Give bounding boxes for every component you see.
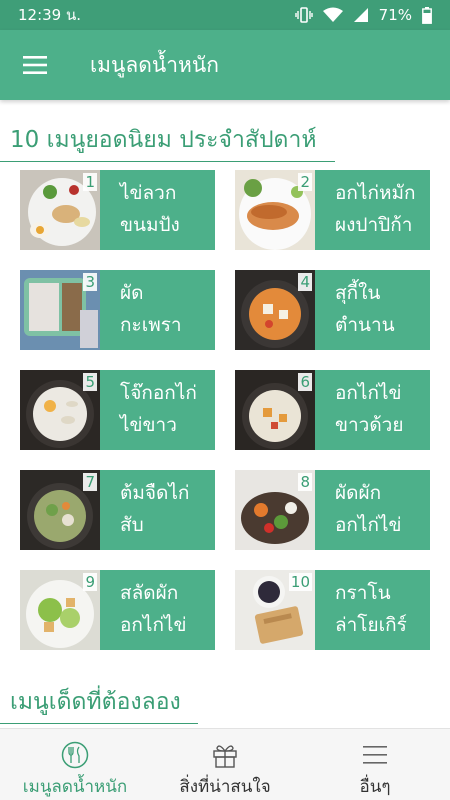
bottom-navigation: เมนูลดน้ำหนัก สิ่งที่น่าสนใจ อื่นๆ <box>0 728 450 800</box>
menu-label: ผัดผัก อกไก่ไข่ <box>315 470 430 550</box>
menu-name-line2: อกไก่ไข่ <box>335 514 402 536</box>
wifi-icon <box>322 7 343 23</box>
menu-card-8[interactable]: 8 ผัดผัก อกไก่ไข่ <box>235 470 430 550</box>
menu-name-line1: สุกี้ใน <box>335 282 381 304</box>
menu-thumbnail: 5 <box>20 370 100 450</box>
menu-name-line2: ขาวด้วย <box>335 414 404 436</box>
menu-label: โจ๊กอกไก่ ไข่ขาว <box>100 370 215 450</box>
menu-label: อกไก่หมัก ผงปาปิก้า <box>315 170 430 250</box>
menu-card-9[interactable]: 9 สลัดผัก อกไก่ไข่ <box>20 570 215 650</box>
menu-label: กราโน ล่าโยเกิร์ <box>315 570 430 650</box>
menu-card-5[interactable]: 5 โจ๊กอกไก่ ไข่ขาว <box>20 370 215 450</box>
menu-name-line1: กราโน <box>335 582 391 604</box>
menu-label: อกไก่ไข่ ขาวด้วย <box>315 370 430 450</box>
menu-thumbnail: 6 <box>235 370 315 450</box>
menu-name-line1: สลัดผัก <box>120 582 179 604</box>
menu-thumbnail: 2 <box>235 170 315 250</box>
menu-card-6[interactable]: 6 อกไก่ไข่ ขาวด้วย <box>235 370 430 450</box>
menu-thumbnail: 4 <box>235 270 315 350</box>
menu-name-line1: อกไก่หมัก <box>335 182 416 204</box>
signal-icon <box>353 7 369 23</box>
menu-rank: 3 <box>83 273 97 291</box>
menu-rank: 6 <box>298 373 312 391</box>
menu-rank: 7 <box>83 473 97 491</box>
menu-label: ไข่ลวก ขนมปัง <box>100 170 215 250</box>
menu-thumbnail: 10 <box>235 570 315 650</box>
nav-tab-label: สิ่งที่น่าสนใจ <box>179 777 271 797</box>
nav-tab-diet-menu[interactable]: เมนูลดน้ำหนัก <box>0 729 150 800</box>
menu-name-line1: ต้มจืดไก่ <box>120 482 190 504</box>
menu-name-line2: อกไก่ไข่ <box>120 614 187 636</box>
menu-rank: 5 <box>83 373 97 391</box>
menu-thumbnail: 3 <box>20 270 100 350</box>
menu-card-4[interactable]: 4 สุกี้ใน ตำนาน <box>235 270 430 350</box>
hamburger-menu-button[interactable] <box>0 30 70 100</box>
menu-card-7[interactable]: 7 ต้มจืดไก่ สับ <box>20 470 215 550</box>
menu-name-line2: กะเพรา <box>120 314 182 336</box>
status-time: 12:39 น. <box>18 6 82 24</box>
menu-name-line1: ผัดผัก <box>335 482 382 504</box>
diet-menu-icon <box>61 741 89 769</box>
app-title: เมนูลดน้ำหนัก <box>90 52 219 77</box>
more-menu-icon <box>363 746 387 764</box>
menu-label: ผัด กะเพรา <box>100 270 215 350</box>
nav-tab-interesting[interactable]: สิ่งที่น่าสนใจ <box>150 729 300 800</box>
menu-rank: 2 <box>298 173 312 191</box>
section-title-popular: 10 เมนูยอดนิยม ประจำสัปดาห์ <box>0 122 335 162</box>
hamburger-icon <box>23 56 47 74</box>
menu-label: สุกี้ใน ตำนาน <box>315 270 430 350</box>
menu-rank: 4 <box>298 273 312 291</box>
menu-card-3[interactable]: 3 ผัด กะเพรา <box>20 270 215 350</box>
section-title-must-try: เมนูเด็ดที่ต้องลอง <box>0 684 198 724</box>
menu-rank: 9 <box>83 573 97 591</box>
menu-name-line1: โจ๊กอกไก่ <box>120 382 197 404</box>
menu-label: สลัดผัก อกไก่ไข่ <box>100 570 215 650</box>
menu-thumbnail: 1 <box>20 170 100 250</box>
menu-rank: 1 <box>83 173 97 191</box>
menu-card-1[interactable]: 1 ไข่ลวก ขนมปัง <box>20 170 215 250</box>
battery-percent: 71% <box>378 6 412 24</box>
status-bar: 12:39 น. 71% <box>0 0 450 30</box>
gift-icon <box>213 745 237 768</box>
menu-thumbnail: 8 <box>235 470 315 550</box>
menu-card-2[interactable]: 2 อกไก่หมัก ผงปาปิก้า <box>235 170 430 250</box>
app-bar: เมนูลดน้ำหนัก <box>0 30 450 100</box>
status-icons: 71% <box>294 6 432 24</box>
menu-name-line1: ผัด <box>120 282 144 304</box>
menu-rank: 10 <box>288 573 312 591</box>
menu-card-10[interactable]: 10 กราโน ล่าโยเกิร์ <box>235 570 430 650</box>
menu-name-line2: ผงปาปิก้า <box>335 214 413 236</box>
menu-rank: 8 <box>298 473 312 491</box>
menu-thumbnail: 9 <box>20 570 100 650</box>
menu-label: ต้มจืดไก่ สับ <box>100 470 215 550</box>
menu-name-line2: สับ <box>120 514 144 536</box>
menu-name-line1: ไข่ลวก <box>120 182 177 204</box>
menu-name-line2: ตำนาน <box>335 314 395 336</box>
nav-tab-label: อื่นๆ <box>359 777 391 797</box>
menu-name-line2: ไข่ขาว <box>120 414 177 436</box>
vibrate-icon <box>294 7 313 23</box>
nav-tab-more[interactable]: อื่นๆ <box>300 729 450 800</box>
battery-icon <box>422 6 432 24</box>
nav-tab-label: เมนูลดน้ำหนัก <box>22 777 128 797</box>
menu-name-line1: อกไก่ไข่ <box>335 382 402 404</box>
menu-thumbnail: 7 <box>20 470 100 550</box>
menu-name-line2: ขนมปัง <box>120 214 180 236</box>
menu-name-line2: ล่าโยเกิร์ <box>335 614 407 636</box>
